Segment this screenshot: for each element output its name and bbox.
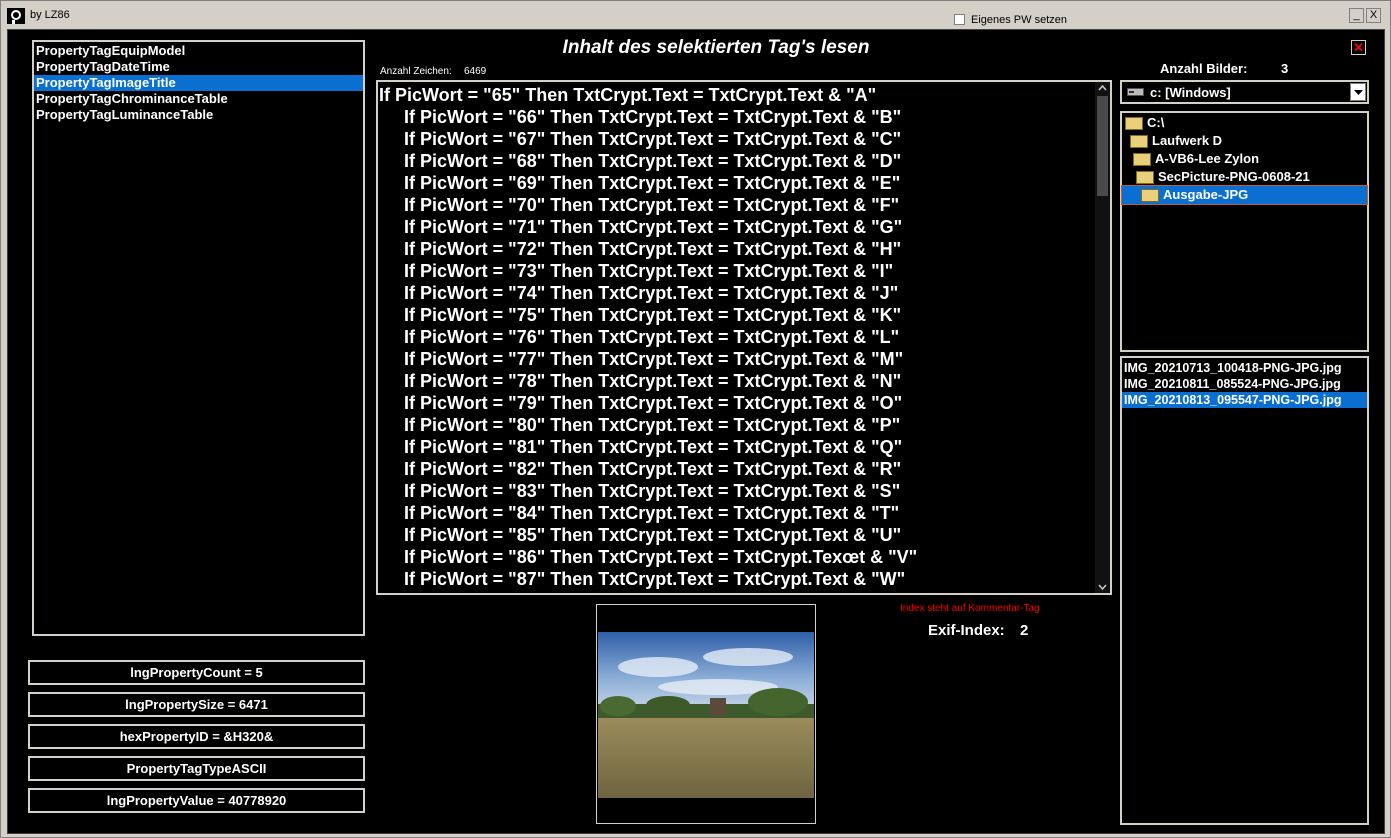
close-window-button[interactable]: X xyxy=(1366,8,1381,23)
code-line: If PicWort = "67" Then TxtCrypt.Text = T… xyxy=(404,129,902,149)
pw-checkbox[interactable] xyxy=(954,14,965,25)
image-count-value: 3 xyxy=(1281,61,1289,76)
code-line: If PicWort = "82" Then TxtCrypt.Text = T… xyxy=(404,459,902,479)
tag-list-item[interactable]: PropertyTagDateTime xyxy=(34,59,363,75)
drive-icon xyxy=(1127,88,1144,96)
code-line: If PicWort = "77" Then TxtCrypt.Text = T… xyxy=(404,349,904,369)
char-count-label: Anzahl Zeichen: xyxy=(380,66,452,77)
folder-label: SecPicture-PNG-0608-21 xyxy=(1158,169,1310,184)
file-list-item[interactable]: IMG_20210811_085524-PNG-JPG.jpg xyxy=(1122,376,1367,392)
code-line: If PicWort = "83" Then TxtCrypt.Text = T… xyxy=(404,481,901,501)
file-list[interactable]: IMG_20210713_100418-PNG-JPG.jpg IMG_20210… xyxy=(1120,356,1369,825)
code-line: If PicWort = "70" Then TxtCrypt.Text = T… xyxy=(404,195,900,215)
code-line: If PicWort = "71" Then TxtCrypt.Text = T… xyxy=(404,217,903,237)
code-line: If PicWort = "68" Then TxtCrypt.Text = T… xyxy=(404,151,902,171)
drive-select-value: c: [Windows] xyxy=(1150,85,1231,100)
tag-list-item[interactable]: PropertyTagImageTitle xyxy=(34,75,363,91)
close-icon[interactable]: ✕ xyxy=(1351,40,1366,55)
code-line: If PicWort = "65" Then TxtCrypt.Text = T… xyxy=(379,85,877,105)
tag-list-item[interactable]: PropertyTagEquipModel xyxy=(34,43,363,59)
window-title: by LZ86 xyxy=(30,9,70,21)
folder-icon xyxy=(1125,117,1143,131)
tag-list[interactable]: PropertyTagEquipModel PropertyTagDateTime… xyxy=(32,40,365,636)
property-count-box: lngPropertyCount = 5 xyxy=(28,660,365,685)
folder-icon xyxy=(1136,171,1154,185)
exif-index-value: 2 xyxy=(1020,622,1029,639)
tag-content-textbox[interactable]: If PicWort = "65" Then TxtCrypt.Text = T… xyxy=(376,80,1112,595)
code-line: If PicWort = "81" Then TxtCrypt.Text = T… xyxy=(404,437,903,457)
folder-icon xyxy=(1133,153,1151,167)
code-line: If PicWort = "73" Then TxtCrypt.Text = T… xyxy=(404,261,894,281)
code-line: If PicWort = "80" Then TxtCrypt.Text = T… xyxy=(404,415,901,435)
minimize-button[interactable]: _ xyxy=(1349,8,1364,23)
property-value-box: lngPropertyValue = 40778920 xyxy=(28,788,365,813)
code-line: If PicWort = "72" Then TxtCrypt.Text = T… xyxy=(404,239,902,259)
drive-dropdown-button[interactable] xyxy=(1350,83,1366,101)
app-logo-icon xyxy=(7,8,25,24)
file-list-item[interactable]: IMG_20210713_100418-PNG-JPG.jpg xyxy=(1122,360,1367,376)
code-line: If PicWort = "84" Then TxtCrypt.Text = T… xyxy=(404,503,900,523)
folder-tree-item[interactable]: Laufwerk D xyxy=(1122,132,1367,150)
code-line: If PicWort = "75" Then TxtCrypt.Text = T… xyxy=(404,305,902,325)
property-size-box: lngPropertySize = 6471 xyxy=(28,692,365,717)
open-folder-icon xyxy=(1141,189,1159,203)
title-bar: by LZ86 Eigenes PW setzen _ X xyxy=(1,1,1390,29)
pw-checkbox-label[interactable]: Eigenes PW setzen xyxy=(971,14,1067,26)
file-list-item[interactable]: IMG_20210813_095547-PNG-JPG.jpg xyxy=(1122,392,1367,408)
folder-icon xyxy=(1130,135,1148,149)
folder-tree-item[interactable]: A-VB6-Lee Zylon xyxy=(1122,150,1367,168)
photo-thumbnail xyxy=(598,632,814,798)
index-note: Index steht auf Kommentar-Tag xyxy=(900,603,1040,614)
code-line: If PicWort = "74" Then TxtCrypt.Text = T… xyxy=(404,283,899,303)
char-count-value: 6469 xyxy=(464,66,487,77)
folder-tree[interactable]: C:\ Laufwerk D A-VB6-Lee Zylon SecPicture-P… xyxy=(1120,111,1369,352)
folder-label: Laufwerk D xyxy=(1152,133,1223,148)
page-title: Inhalt des selektierten Tag's lesen xyxy=(562,37,870,58)
folder-label: A-VB6-Lee Zylon xyxy=(1155,151,1260,166)
code-line: If PicWort = "87" Then TxtCrypt.Text = T… xyxy=(404,569,906,589)
image-count-label: Anzahl Bilder: xyxy=(1160,61,1248,76)
code-line: If PicWort = "86" Then TxtCrypt.Text = T… xyxy=(404,547,918,567)
code-line: If PicWort = "66" Then TxtCrypt.Text = T… xyxy=(404,107,902,127)
folder-label: C:\ xyxy=(1147,115,1165,130)
image-preview xyxy=(596,604,816,824)
code-line: If PicWort = "78" Then TxtCrypt.Text = T… xyxy=(404,371,902,391)
code-lines: If PicWort = "65" Then TxtCrypt.Text = T… xyxy=(379,84,1095,590)
folder-tree-item[interactable]: C:\ xyxy=(1122,114,1367,132)
tag-list-item[interactable]: PropertyTagLuminanceTable xyxy=(34,107,363,123)
scroll-down-icon[interactable] xyxy=(1098,583,1107,591)
tag-list-item[interactable]: PropertyTagChrominanceTable xyxy=(34,91,363,107)
chevron-down-icon xyxy=(1354,90,1363,95)
code-line: If PicWort = "76" Then TxtCrypt.Text = T… xyxy=(404,327,900,347)
folder-tree-item[interactable]: Ausgabe-JPG xyxy=(1121,185,1368,205)
code-line: If PicWort = "79" Then TxtCrypt.Text = T… xyxy=(404,393,903,413)
folder-tree-item[interactable]: SecPicture-PNG-0608-21 xyxy=(1122,168,1367,186)
scroll-up-icon[interactable] xyxy=(1098,84,1107,92)
code-line: If PicWort = "85" Then TxtCrypt.Text = T… xyxy=(404,525,902,545)
content-scrollbar[interactable] xyxy=(1095,82,1110,593)
property-type-box: PropertyTagTypeASCII xyxy=(28,756,365,781)
folder-label: Ausgabe-JPG xyxy=(1163,187,1249,202)
code-line: If PicWort = "69" Then TxtCrypt.Text = T… xyxy=(404,173,901,193)
exif-index-label: Exif-Index: xyxy=(928,622,1005,639)
property-id-box: hexPropertyID = &H320& xyxy=(28,724,365,749)
scroll-thumb[interactable] xyxy=(1097,96,1108,196)
drive-select[interactable]: c: [Windows] xyxy=(1120,80,1369,104)
